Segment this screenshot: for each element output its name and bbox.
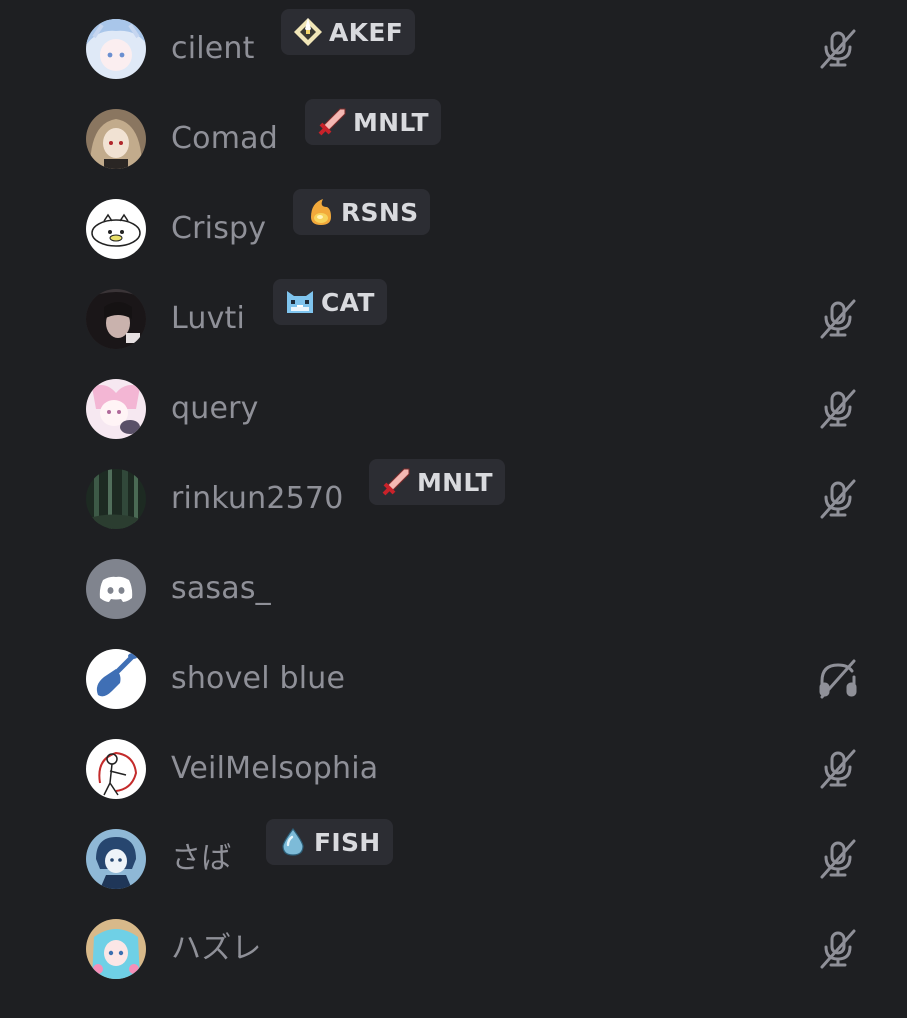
member-name: query: [171, 391, 259, 426]
member-row-saba[interactable]: さば FISH: [0, 819, 907, 919]
member-row-hazure[interactable]: ハズレ: [0, 919, 907, 1009]
mic-muted-icon[interactable]: [816, 477, 860, 521]
avatar: [86, 19, 146, 79]
member-name: sasas_: [171, 571, 271, 606]
discord-logo-icon: [99, 576, 133, 602]
server-tag-label: MNLT: [417, 467, 493, 497]
headphones-deafened-icon[interactable]: [816, 657, 860, 701]
member-row-veilmelsophia[interactable]: VeilMelsophia: [0, 739, 907, 829]
avatar: [86, 739, 146, 799]
avatar: [86, 559, 146, 619]
avatar: [86, 379, 146, 439]
sword-icon: [315, 105, 353, 139]
server-tag-label: AKEF: [329, 17, 404, 47]
member-name: Comad: [171, 121, 278, 156]
server-tag-label: RSNS: [341, 197, 419, 227]
voice-member-list: cilent AKEF Comad MNLT Crispy RSNS Luvti…: [0, 0, 907, 1018]
member-name: cilent: [171, 31, 255, 66]
mic-muted-icon[interactable]: [816, 387, 860, 431]
member-row-cilent[interactable]: cilent AKEF: [0, 9, 907, 109]
member-name: Luvti: [171, 301, 246, 336]
server-tag[interactable]: FISH: [266, 819, 393, 865]
member-row-crispy[interactable]: Crispy RSNS: [0, 189, 907, 289]
member-row-query[interactable]: query: [0, 379, 907, 469]
member-name: ハズレ: [171, 931, 262, 966]
mic-muted-icon[interactable]: [816, 747, 860, 791]
cat-face-icon: [283, 285, 321, 319]
mic-muted-icon[interactable]: [816, 837, 860, 881]
server-tag-label: FISH: [314, 827, 381, 857]
avatar: [86, 109, 146, 169]
diamond-shard-icon: [291, 15, 329, 49]
member-row-rinkun2570[interactable]: rinkun2570 MNLT: [0, 459, 907, 559]
member-name: rinkun2570: [171, 481, 344, 516]
member-name: shovel blue: [171, 661, 346, 696]
sword-icon: [379, 465, 417, 499]
mic-muted-icon[interactable]: [816, 297, 860, 341]
avatar: [86, 469, 146, 529]
server-tag-label: CAT: [321, 287, 375, 317]
member-name: Crispy: [171, 211, 267, 246]
avatar: [86, 289, 146, 349]
avatar: [86, 199, 146, 259]
avatar: [86, 649, 146, 709]
member-row-comad[interactable]: Comad MNLT: [0, 99, 907, 199]
server-tag[interactable]: MNLT: [305, 99, 441, 145]
member-row-luvti[interactable]: Luvti CAT: [0, 279, 907, 379]
water-drop-icon: [276, 825, 314, 859]
mic-muted-icon[interactable]: [816, 927, 860, 971]
server-tag-label: MNLT: [353, 107, 429, 137]
mic-muted-icon[interactable]: [816, 27, 860, 71]
flame-orb-icon: [303, 195, 341, 229]
avatar: [86, 919, 146, 979]
server-tag[interactable]: AKEF: [281, 9, 416, 55]
avatar: [86, 829, 146, 889]
server-tag[interactable]: MNLT: [369, 459, 505, 505]
member-name: さば: [171, 841, 232, 876]
member-row-shovel-blue[interactable]: shovel blue: [0, 649, 907, 739]
member-name: VeilMelsophia: [171, 751, 379, 786]
member-row-sasas[interactable]: sasas_: [0, 559, 907, 649]
server-tag[interactable]: RSNS: [293, 189, 431, 235]
server-tag[interactable]: CAT: [273, 279, 387, 325]
